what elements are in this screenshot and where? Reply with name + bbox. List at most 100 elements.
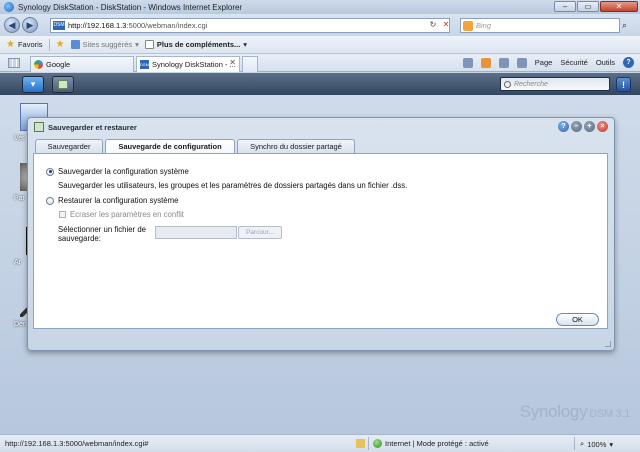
tab-config-backup[interactable]: Sauvegarde de configuration	[105, 139, 235, 154]
more-addons-link[interactable]: Plus de compléments... ▾	[144, 40, 248, 49]
dsm-icon: DSM	[140, 60, 149, 69]
favorites-button[interactable]: ★ Favoris	[6, 38, 43, 50]
tab-backup[interactable]: Sauvegarder	[35, 139, 103, 153]
separator	[48, 38, 50, 51]
backup-app-icon	[58, 80, 68, 89]
address-buttons: ↻ ✕	[428, 18, 451, 31]
browse-button[interactable]: Parcour...	[238, 226, 282, 239]
addons-icon	[144, 40, 154, 49]
chevron-down-icon: ▾	[243, 40, 248, 49]
maximize-button[interactable]: ▭	[577, 1, 599, 12]
maximize-icon[interactable]: +	[584, 121, 595, 132]
search-placeholder: Bing	[476, 21, 492, 30]
tab-label: Google	[46, 60, 71, 69]
zone-label: Internet | Mode protégé : activé	[385, 439, 489, 448]
help-icon[interactable]: ?	[623, 57, 634, 68]
minimize-button[interactable]: –	[554, 1, 576, 12]
dsm-search-placeholder: Recherche	[514, 80, 548, 88]
brand-version: DSM 3.1	[589, 408, 630, 420]
close-tab-icon[interactable]: ✕	[229, 58, 236, 67]
tab-google[interactable]: Google	[30, 56, 134, 72]
overwrite-conflict-checkbox[interactable]	[59, 211, 66, 218]
restore-config-option[interactable]: Restaurer la configuration système	[46, 196, 178, 205]
notification-button[interactable]: !	[616, 77, 631, 92]
address-url-path: :5000/webman/index.cgi	[126, 21, 208, 30]
address-bar[interactable]: DSM http://192.168.1.3:5000/webman/index…	[50, 18, 450, 33]
close-window-button[interactable]: ✕	[600, 1, 638, 12]
select-file-label: Sélectionner un fichier de sauvegarde:	[58, 225, 146, 243]
bing-icon	[463, 20, 473, 31]
address-url-host: http://192.168.1.3	[68, 21, 127, 30]
dsm-taskbar: ▾ Recherche !	[0, 73, 640, 95]
security-zone[interactable]: Internet | Mode protégé : activé	[373, 439, 489, 448]
minimize-icon[interactable]: –	[571, 121, 582, 132]
backup-restore-taskbar-button[interactable]	[52, 76, 74, 93]
separator	[368, 437, 369, 450]
backup-config-option[interactable]: Sauvegarder la configuration système	[46, 167, 189, 176]
forward-icon[interactable]: ▶	[22, 17, 38, 33]
tools-menu[interactable]: Outils	[596, 58, 615, 67]
stop-icon[interactable]: ✕	[441, 18, 451, 31]
backup-file-input[interactable]	[155, 226, 237, 239]
search-input[interactable]: Bing	[460, 18, 620, 33]
search-icon[interactable]: ⌕	[622, 20, 627, 31]
help-icon[interactable]: ?	[558, 121, 569, 132]
backup-restore-window: Sauvegarder et restaurer ? – + × Sauvega…	[27, 117, 615, 351]
site-icon: DSM	[53, 21, 65, 30]
favorites-label: Favoris	[17, 40, 43, 49]
globe-icon	[373, 439, 382, 448]
quick-tabs-icon[interactable]	[8, 58, 20, 68]
separator	[574, 437, 575, 450]
tab-shared-folder-sync[interactable]: Synchro du dossier partagé	[237, 139, 355, 153]
suggested-sites-link[interactable]: Sites suggérés ▾	[70, 40, 139, 49]
tab-synology[interactable]: DSM Synology DiskStation - ... ✕	[136, 56, 240, 72]
suggested-sites-icon	[70, 40, 80, 49]
back-icon[interactable]: ◀	[4, 17, 20, 33]
mail-icon[interactable]	[498, 57, 509, 68]
overwrite-conflict-option[interactable]: Ecraser les paramètres en conflit	[59, 210, 184, 219]
star-icon: ★	[6, 38, 15, 50]
backup-description: Sauvegarder les utilisateurs, les groupe…	[58, 181, 408, 190]
backup-config-radio[interactable]	[46, 167, 54, 176]
add-favorite-icon[interactable]: ★	[56, 39, 65, 50]
tab-strip: Google DSM Synology DiskStation - ... ✕ …	[0, 54, 640, 72]
browser-title-bar: Synology DiskStation - DiskStation - Win…	[0, 0, 640, 14]
command-bar: Page Sécurité Outils ?	[462, 57, 634, 68]
desktop-label: Par	[14, 195, 25, 202]
desktop-label: Ar	[14, 259, 21, 266]
ie-logo-icon	[4, 2, 14, 12]
brand-name: Synology	[519, 402, 588, 421]
desktop-label: Ver	[14, 135, 25, 142]
home-icon[interactable]	[462, 57, 473, 68]
page-menu[interactable]: Page	[535, 58, 553, 67]
new-tab-button[interactable]	[242, 56, 258, 72]
dialog-header[interactable]: Sauvegarder et restaurer ? – + ×	[28, 118, 614, 136]
overwrite-conflict-label: Ecraser les paramètres en conflit	[70, 210, 184, 219]
close-icon[interactable]: ×	[597, 121, 608, 132]
ok-button[interactable]: OK	[556, 313, 599, 326]
synology-logo: Synology DSM 3.1	[519, 402, 631, 422]
restore-config-radio[interactable]	[46, 196, 54, 205]
status-url: http://192.168.1.3:5000/webman/index.cgi…	[5, 439, 149, 448]
search-icon	[504, 80, 511, 88]
more-addons-label: Plus de compléments...	[156, 40, 241, 49]
backup-app-icon	[34, 122, 44, 132]
dialog-controls: ? – + ×	[558, 121, 608, 132]
zoom-control[interactable]: ⌕ 100% ▾	[580, 439, 613, 449]
security-menu[interactable]: Sécurité	[560, 58, 588, 67]
favorites-bar: ★ Favoris ★ Sites suggérés ▾ Plus de com…	[0, 36, 640, 54]
desktop-label: Den	[14, 321, 27, 328]
resize-grip[interactable]	[605, 341, 611, 347]
restore-config-label: Restaurer la configuration système	[58, 196, 179, 205]
window-controls: – ▭ ✕	[554, 1, 638, 12]
feeds-icon[interactable]	[480, 57, 491, 68]
zoom-level: 100%	[587, 439, 607, 449]
dsm-search-input[interactable]: Recherche	[500, 77, 610, 91]
refresh-icon[interactable]: ↻	[428, 18, 438, 31]
dialog-tabs: Sauvegarder Sauvegarde de configuration …	[33, 139, 609, 154]
print-icon[interactable]	[516, 57, 527, 68]
tab-label: Synology DiskStation - ...	[152, 60, 236, 69]
dsm-main-menu-button[interactable]: ▾	[22, 76, 44, 93]
backup-config-label: Sauvegarder la configuration système	[58, 167, 189, 176]
suggested-sites-label: Sites suggérés	[82, 40, 133, 49]
